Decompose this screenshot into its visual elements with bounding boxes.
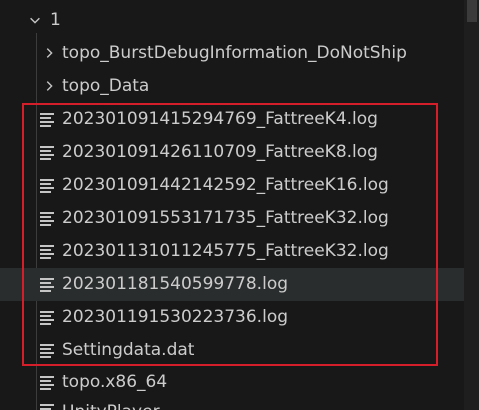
vertical-scrollbar-track[interactable]: [464, 0, 479, 410]
file-label: 202301091426110709_FattreeK8.log: [62, 142, 378, 162]
file-lines-icon: [40, 311, 54, 325]
file-lines-icon: [40, 212, 54, 226]
file-label: 202301131011245775_FattreeK32.log: [62, 241, 389, 261]
tree-folder-topo-data[interactable]: topo_Data: [0, 70, 479, 103]
tree-file-row[interactable]: 202301091553171735_FattreeK32.log: [0, 202, 479, 235]
file-lines-icon: [40, 344, 54, 358]
folder-label: topo_BurstDebugInformation_DoNotShip: [62, 43, 407, 63]
file-lines-icon: [40, 113, 54, 127]
tree-folder-1[interactable]: 1: [0, 4, 479, 37]
file-explorer-tree: 1 topo_BurstDebugInformation_DoNotShip t…: [0, 0, 479, 410]
tree-file-row[interactable]: 202301091426110709_FattreeK8.log: [0, 136, 479, 169]
file-label: 202301091553171735_FattreeK32.log: [62, 208, 389, 228]
file-label-cut-off[interactable]: UnityPlayer: [62, 402, 160, 410]
file-label: Settingdata.dat: [62, 340, 195, 360]
tree-file-row[interactable]: Settingdata.dat: [0, 334, 479, 367]
chevron-right-icon[interactable]: [42, 79, 56, 93]
file-label: 202301181540599778.log: [62, 274, 289, 294]
file-lines-icon: [40, 146, 54, 160]
tree-file-row[interactable]: 202301131011245775_FattreeK32.log: [0, 235, 479, 268]
tree-folder-burst-debug[interactable]: topo_BurstDebugInformation_DoNotShip: [0, 37, 479, 70]
tree-file-row-hovered[interactable]: 202301181540599778.log: [0, 268, 479, 301]
folder-label: topo_Data: [62, 76, 150, 96]
file-label: 202301091442142592_FattreeK16.log: [62, 175, 389, 195]
file-lines-icon: [40, 278, 54, 292]
file-lines-icon: [40, 376, 54, 390]
file-lines-icon: [40, 404, 54, 410]
chevron-right-icon[interactable]: [42, 46, 56, 60]
file-label: topo.x86_64: [62, 372, 168, 392]
file-lines-icon: [40, 179, 54, 193]
tree-file-row[interactable]: 202301091442142592_FattreeK16.log: [0, 169, 479, 202]
tree-file-row[interactable]: 202301191530223736.log: [0, 301, 479, 334]
file-lines-icon: [40, 245, 54, 259]
file-label: 202301091415294769_FattreeK4.log: [62, 109, 378, 129]
chevron-down-icon[interactable]: [28, 13, 42, 27]
tree-file-row[interactable]: 202301091415294769_FattreeK4.log: [0, 103, 479, 136]
tree-file-row[interactable]: topo.x86_64: [0, 366, 479, 399]
folder-label: 1: [50, 10, 61, 30]
file-label: 202301191530223736.log: [62, 307, 289, 327]
vertical-scrollbar-thumb[interactable]: [467, 0, 477, 22]
